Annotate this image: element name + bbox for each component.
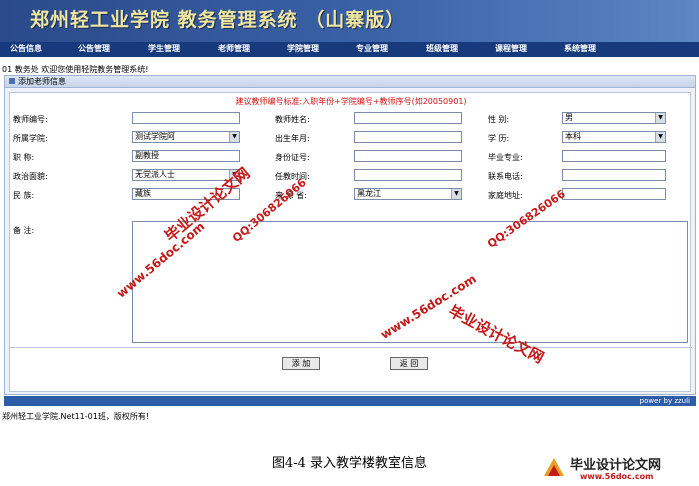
back-button[interactable]: 返 回: [390, 357, 428, 370]
power-by-text: power by zzuli: [639, 397, 690, 405]
id-format-hint: 建议教师编号标准:入职年份+学院编号+教师序号(如20050901): [235, 97, 467, 106]
gender-select[interactable]: 男 ▼: [562, 112, 666, 124]
gender-value: 男: [565, 113, 573, 122]
nav-item-teacher-management[interactable]: 老师管理: [218, 43, 250, 54]
teacher-name-input[interactable]: [354, 112, 462, 124]
address-label: 家庭地址:: [488, 191, 523, 200]
nav-item-announcement-management[interactable]: 公告管理: [78, 43, 110, 54]
education-label: 学 历:: [488, 134, 510, 143]
nav-item-student-management[interactable]: 学生管理: [148, 43, 180, 54]
nation-label: 民 族:: [13, 191, 35, 200]
add-button[interactable]: 添 加: [282, 357, 320, 370]
system-title: 郑州轻工业学院 教务管理系统 （山寨版）: [30, 9, 406, 31]
add-teacher-panel: 添加老师信息 建议教师编号标准:入职年份+学院编号+教师序号(如20050901…: [4, 75, 696, 395]
education-value: 本科: [565, 132, 581, 141]
teacher-id-input[interactable]: [132, 112, 240, 124]
site-logo: 毕业设计论文网 www.56doc.com: [540, 454, 698, 484]
phone-input[interactable]: [562, 169, 666, 181]
dropdown-arrow-icon: ▼: [655, 132, 665, 142]
major-label: 毕业专业:: [488, 153, 523, 162]
college-value: 测试学院阿: [135, 132, 175, 141]
logo-url: www.56doc.com: [580, 472, 654, 481]
address-input[interactable]: [562, 188, 666, 200]
gender-label: 性 别:: [488, 115, 510, 124]
panel-title: 添加老师信息: [18, 77, 66, 86]
politics-value: 无党派人士: [135, 170, 175, 179]
phone-label: 联系电话:: [488, 172, 523, 181]
birth-input[interactable]: [354, 131, 462, 143]
start-teaching-input[interactable]: [354, 169, 462, 181]
teacher-form: 建议教师编号标准:入职年份+学院编号+教师序号(如20050901) 教师编号:…: [9, 92, 692, 392]
title-label: 职 称:: [13, 153, 35, 162]
dropdown-arrow-icon: ▼: [229, 132, 239, 142]
welcome-text: 01 教务处 欢迎您使用轻院教务管理系统!: [2, 65, 149, 74]
remark-label: 备 注:: [13, 226, 35, 235]
nav-item-major-management[interactable]: 专业管理: [356, 43, 388, 54]
idcard-input[interactable]: [354, 150, 462, 162]
main-nav: 公告信息 公告管理 学生管理 老师管理 学院管理 专业管理 班级管理 课程管理 …: [0, 42, 699, 57]
nav-item-class-management[interactable]: 班级管理: [426, 43, 458, 54]
college-select[interactable]: 测试学院阿 ▼: [132, 131, 240, 143]
title-input[interactable]: 副教授: [132, 150, 240, 162]
nav-item-course-management[interactable]: 课程管理: [495, 43, 527, 54]
nav-item-announcements[interactable]: 公告信息: [10, 43, 42, 54]
politics-label: 政治面貌:: [13, 172, 48, 181]
power-bar: power by zzuli: [4, 396, 696, 406]
province-value: 黑龙江: [357, 189, 381, 198]
copyright-footer: 郑州轻工业学院.Net11-01班，版权所有!: [2, 412, 150, 421]
education-select[interactable]: 本科 ▼: [562, 131, 666, 143]
nav-item-college-management[interactable]: 学院管理: [287, 43, 319, 54]
button-row: [10, 347, 692, 373]
logo-icon: [544, 458, 564, 476]
header-banner: 郑州轻工业学院 教务管理系统 （山寨版）: [0, 0, 699, 42]
panel-header: 添加老师信息: [5, 76, 695, 88]
idcard-label: 身份证号:: [275, 153, 310, 162]
major-input[interactable]: [562, 150, 666, 162]
college-label: 所属学院:: [13, 134, 48, 143]
dropdown-arrow-icon: ▼: [451, 189, 461, 199]
panel-icon: [9, 78, 15, 84]
logo-name: 毕业设计论文网: [570, 458, 662, 473]
birth-label: 出生年月:: [275, 134, 310, 143]
teacher-id-label: 教师编号:: [13, 115, 48, 124]
dropdown-arrow-icon: ▼: [655, 113, 665, 123]
province-select[interactable]: 黑龙江 ▼: [354, 188, 462, 200]
teacher-name-label: 教师姓名:: [275, 115, 310, 124]
nav-item-system-management[interactable]: 系统管理: [564, 43, 596, 54]
